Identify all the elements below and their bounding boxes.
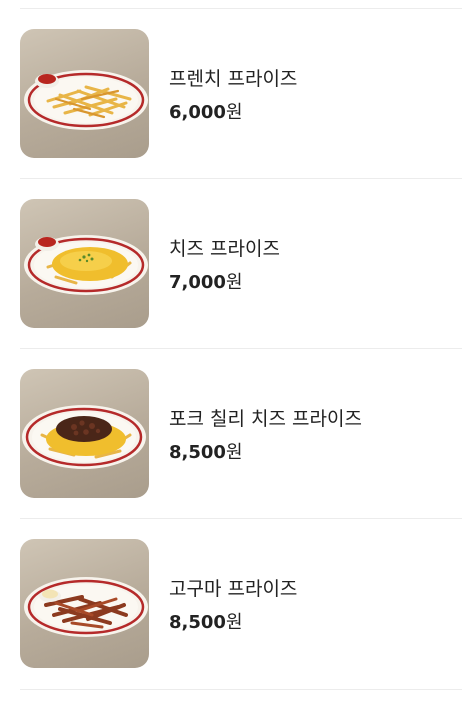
pork-chili-cheese-fries-plate-icon [22,405,146,469]
divider [20,178,462,179]
price-value: 6,000 [169,102,226,123]
menu-item-pork-chili-cheese-fries[interactable]: 포크 칠리 치즈 프라이즈 8,500원 [0,369,466,539]
sweet-potato-fries-image [20,539,149,668]
menu-item-price: 7,000원 [169,268,243,294]
price-unit: 원 [225,442,243,463]
price-value: 8,500 [169,612,226,633]
menu-item-sweet-potato-fries[interactable]: 고구마 프라이즈 8,500원 [0,539,466,709]
divider [20,348,462,349]
menu-item-name: 고구마 프라이즈 [169,578,298,600]
price-unit: 원 [225,102,243,123]
menu-item-price: 8,500원 [169,608,243,634]
menu-item-french-fries[interactable]: 프렌치 프라이즈 6,000원 [0,29,466,199]
divider [20,689,462,690]
price-value: 7,000 [169,272,226,293]
divider [20,8,462,9]
menu-item-name: 치즈 프라이즈 [169,238,280,260]
menu-item-name: 프렌치 프라이즈 [169,68,298,90]
french-fries-image [20,29,149,158]
cheese-fries-image [20,199,149,328]
cheese-fries-plate-icon [24,235,148,295]
menu-item-price: 8,500원 [169,438,243,464]
menu-item-price: 6,000원 [169,98,243,124]
divider [20,518,462,519]
price-unit: 원 [225,612,243,633]
sweet-potato-fries-plate-icon [24,577,148,637]
menu-item-cheese-fries[interactable]: 치즈 프라이즈 7,000원 [0,199,466,369]
price-value: 8,500 [169,442,226,463]
french-fries-plate-icon [24,70,148,130]
menu-item-name: 포크 칠리 치즈 프라이즈 [169,408,362,430]
pork-chili-cheese-fries-image [20,369,149,498]
price-unit: 원 [225,272,243,293]
